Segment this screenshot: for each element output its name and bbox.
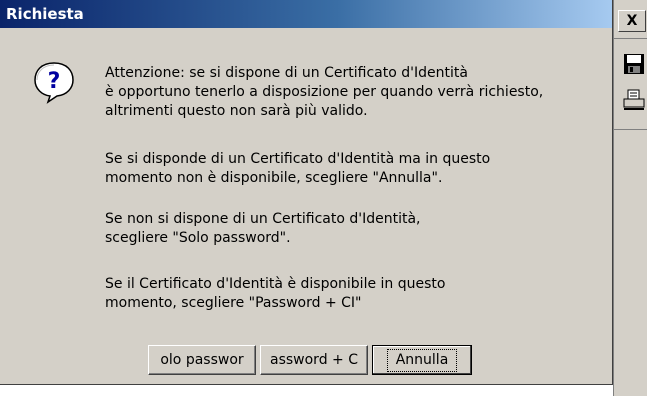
request-dialog: Richiesta ? Attenzione: se si dispone di… <box>0 0 613 385</box>
message-line: momento non è disponibile, scegliere "An… <box>105 170 443 186</box>
message-line: Se non si dispone di un Certificato d'Id… <box>105 211 421 227</box>
message-line: Se il Certificato d'Identità è disponibi… <box>105 276 446 292</box>
annulla-label: Annulla <box>386 348 458 372</box>
message-paragraph-2: Se si disponde di un Certificato d'Ident… <box>105 150 490 188</box>
password-ci-button[interactable]: assword + C <box>260 345 368 375</box>
svg-text:?: ? <box>48 69 61 94</box>
window-title: Richiesta <box>6 5 84 23</box>
message-line: Attenzione: se si dispone di un Certific… <box>105 65 468 81</box>
message-line: Se si disponde di un Certificato d'Ident… <box>105 151 491 167</box>
message-paragraph-1: Attenzione: se si dispone di un Certific… <box>105 64 543 121</box>
close-button[interactable]: X <box>618 10 646 32</box>
password-ci-label: assword + C <box>270 352 358 368</box>
annulla-button[interactable]: Annulla <box>372 345 472 375</box>
save-icon[interactable] <box>622 52 646 76</box>
solo-password-button[interactable]: olo passwor <box>148 345 256 375</box>
message-line: altrimenti questo non sarà più valido. <box>105 103 368 119</box>
print-icon[interactable] <box>622 88 646 112</box>
question-icon: ? <box>34 62 74 104</box>
message-line: scegliere "Solo password". <box>105 230 291 246</box>
message-line: momento, scegliere "Password + CI" <box>105 295 362 311</box>
message-paragraph-3: Se non si dispone di un Certificato d'Id… <box>105 210 421 248</box>
message-paragraph-4: Se il Certificato d'Identità è disponibi… <box>105 275 445 313</box>
title-bar[interactable]: Richiesta <box>0 0 612 28</box>
message-line: è opportuno tenerlo a disposizione per q… <box>105 84 544 100</box>
solo-password-label: olo passwor <box>160 352 244 368</box>
close-icon: X <box>626 13 638 29</box>
